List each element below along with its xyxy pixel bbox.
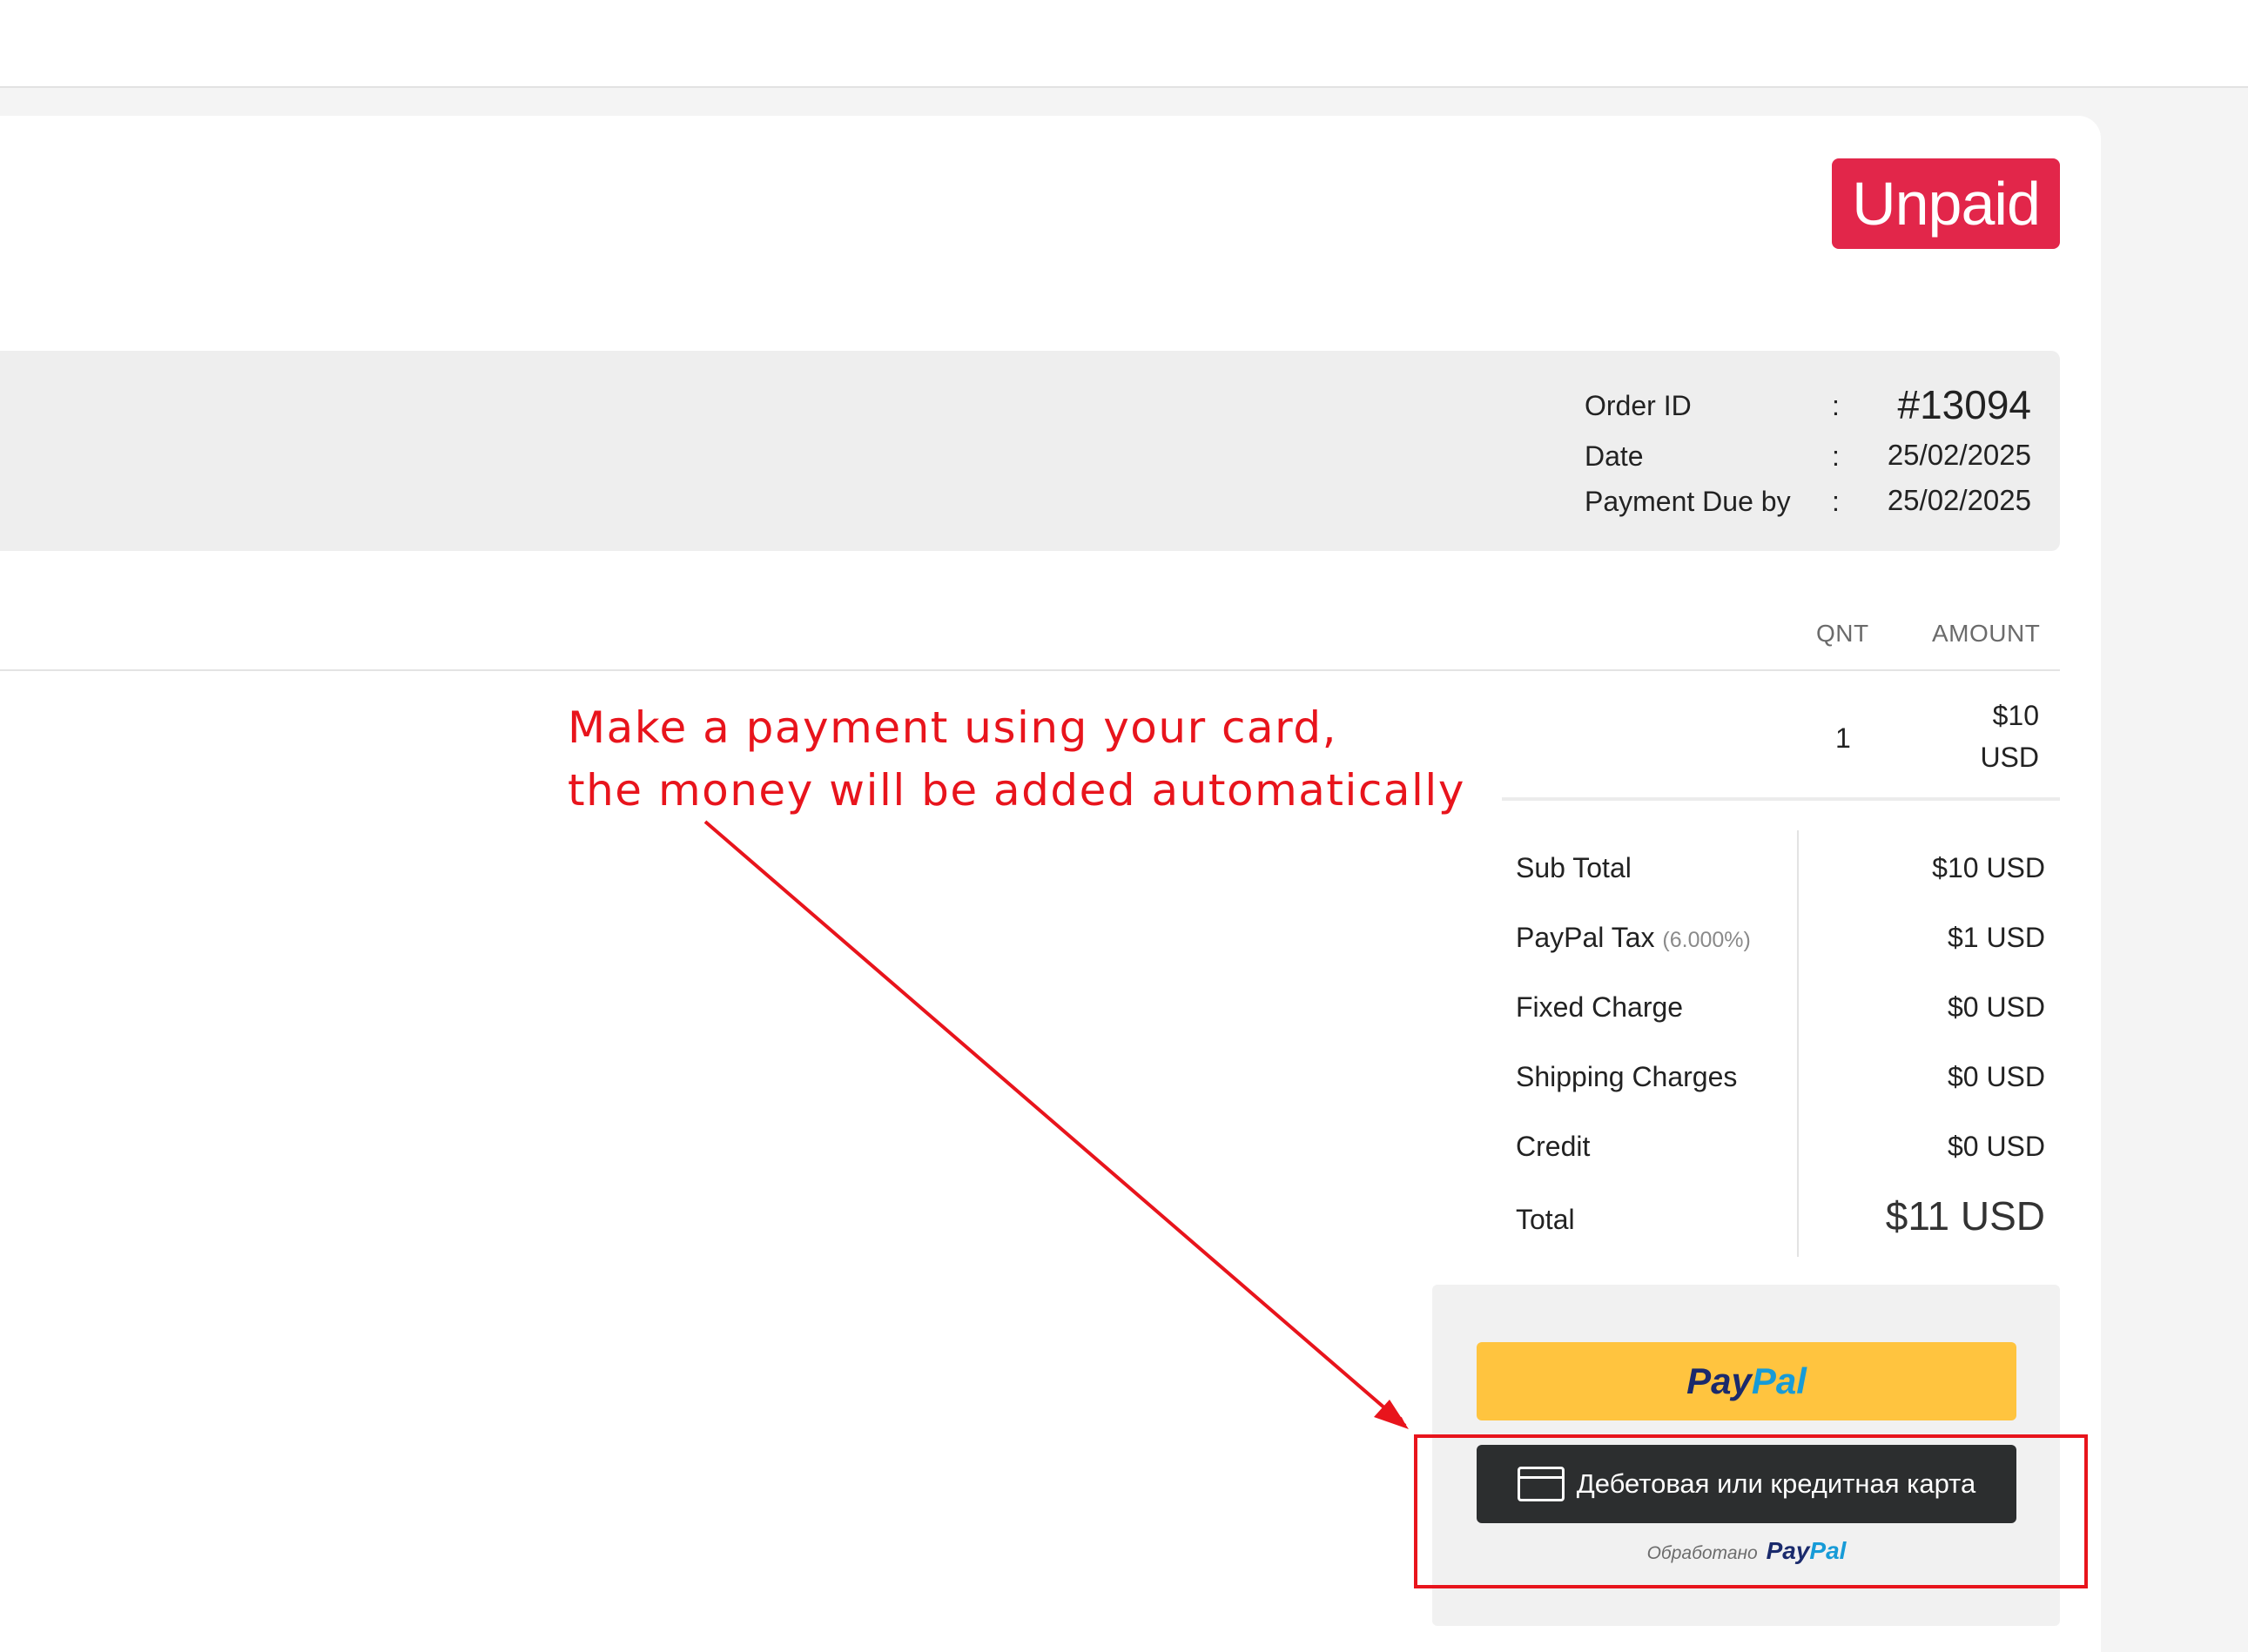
arrow-icon: [703, 820, 1409, 1429]
